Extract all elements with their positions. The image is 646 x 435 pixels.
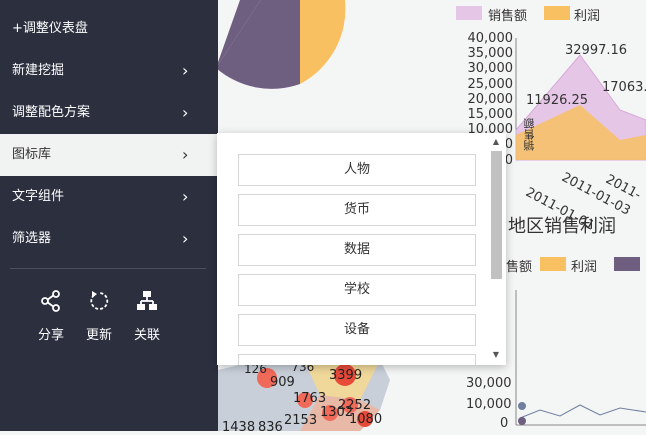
sidebar-divider	[10, 268, 206, 269]
value-label-2: 11926.25	[526, 93, 589, 108]
slider-handle-top	[518, 402, 526, 410]
sidebar-item-label: 筛选器	[12, 231, 52, 246]
chevron-right-icon: ›	[182, 103, 189, 122]
chevron-right-icon: ›	[182, 187, 189, 206]
map-label-10: 836	[258, 420, 283, 435]
scroll-down-arrow-icon[interactable]: ▼	[490, 350, 502, 359]
legend-label-sales: 销售额	[488, 9, 528, 24]
icon-library-popup: 人物 货币 数据 学校 设备 ▲ ▼	[217, 133, 506, 365]
link-label: 关联	[133, 328, 160, 343]
map-label-9: 1438	[222, 420, 256, 435]
link-icon	[137, 291, 157, 310]
map-label-7: 2153	[284, 413, 318, 428]
pie-slice-orange	[300, 0, 346, 84]
sidebar-item-label: 文字组件	[12, 189, 65, 204]
icon-category-currency-button[interactable]: 货币	[238, 194, 476, 226]
map-label-4: 1763	[293, 391, 327, 406]
chevron-right-icon: ›	[182, 229, 189, 248]
refresh-label: 更新	[85, 328, 112, 343]
legend-swatch-sales	[456, 6, 482, 20]
legend2-label-sales: 售额	[506, 260, 533, 275]
slider-handle-bottom	[518, 417, 526, 425]
legend2-swatch-profit	[540, 257, 566, 271]
icon-category-partial-button[interactable]	[238, 354, 476, 365]
y-tick-label: 35,000	[467, 46, 514, 62]
y-tick-label: 15,000	[467, 107, 514, 122]
y2-tick-2: 10,000	[466, 397, 512, 412]
link-button[interactable]: 关联	[125, 290, 169, 343]
share-button[interactable]: 分享	[29, 290, 73, 343]
sidebar-menu: +调整仪表盘 新建挖掘 › 调整配色方案 › 图标库 › 文字组件 › 筛选器 …	[0, 0, 218, 431]
map-label-8: 1080	[349, 412, 383, 427]
sidebar-item-label: 调整配色方案	[12, 105, 91, 120]
sidebar-item-color-scheme[interactable]: 调整配色方案 ›	[0, 92, 218, 134]
line-series-2	[519, 404, 646, 419]
sidebar-item-new-mining[interactable]: 新建挖掘 ›	[0, 50, 218, 92]
scroll-up-arrow-icon[interactable]: ▲	[490, 137, 502, 146]
legend-swatch-profit	[544, 6, 570, 20]
refresh-button[interactable]: 更新	[77, 290, 121, 343]
y-tick-label: 30,000	[467, 61, 514, 77]
icon-category-person-button[interactable]: 人物	[238, 154, 476, 186]
map-label-1: 3399	[329, 368, 363, 383]
sidebar-item-text-widget[interactable]: 文字组件 ›	[0, 176, 218, 218]
popup-scrollbar[interactable]: ▲ ▼	[489, 137, 503, 361]
sidebar-item-label: 图标库	[12, 147, 52, 162]
icon-category-school-button[interactable]: 学校	[238, 274, 476, 306]
icon-category-data-button[interactable]: 数据	[238, 234, 476, 266]
sidebar-item-label: 新建挖掘	[12, 63, 65, 78]
share-icon	[41, 290, 60, 312]
y2-tick-3: 0	[500, 416, 509, 431]
legend-label-profit: 利润	[574, 9, 601, 24]
icon-category-equipment-button[interactable]: 设备	[238, 314, 476, 346]
y-axis-title: 销售额	[523, 118, 536, 151]
sidebar-item-icon-library[interactable]: 图标库 ›	[0, 134, 218, 176]
sidebar-item-filter[interactable]: 筛选器 ›	[0, 218, 218, 260]
legend2-swatch-other	[614, 257, 640, 271]
value-label-1: 32997.16	[565, 43, 628, 58]
y-tick-label: 20,000	[467, 91, 514, 107]
y-tick-label: 25,000	[467, 76, 514, 92]
sidebar-item-label: +调整仪表盘	[12, 21, 88, 36]
refresh-icon	[90, 291, 109, 310]
chevron-right-icon: ›	[182, 145, 189, 164]
scroll-thumb[interactable]	[491, 151, 502, 279]
legend2-label-profit: 利润	[571, 260, 598, 275]
y-tick-label: 40,000	[467, 31, 514, 46]
share-label: 分享	[37, 328, 64, 343]
map-label-3: 909	[270, 375, 295, 390]
chevron-right-icon: ›	[182, 61, 189, 80]
chart2-title: 地区销售利润	[508, 216, 616, 237]
y2-tick-1: 30,000	[466, 376, 512, 391]
sidebar-item-adjust-dashboard[interactable]: +调整仪表盘	[0, 8, 218, 50]
value-label-3: 17063.	[602, 80, 646, 95]
